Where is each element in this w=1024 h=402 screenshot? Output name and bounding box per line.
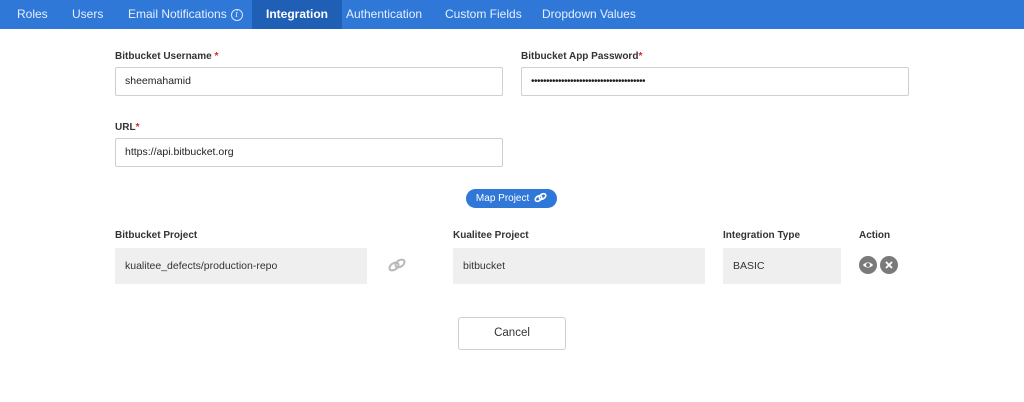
integration-type-header: Integration Type — [723, 230, 801, 241]
tab-custom-fields[interactable]: Custom Fields — [445, 0, 522, 29]
url-field[interactable]: https://api.bitbucket.org — [115, 138, 503, 167]
tab-authentication[interactable]: Authentication — [346, 0, 422, 29]
kualitee-project-cell: bitbucket — [453, 248, 705, 284]
integration-type-cell: BASIC — [723, 248, 841, 284]
username-field[interactable]: sheemahamid — [115, 67, 503, 96]
url-label-text: URL — [115, 122, 136, 133]
eye-icon — [862, 262, 874, 268]
map-project-button[interactable]: Map Project — [466, 189, 557, 208]
tab-integration[interactable]: Integration — [252, 0, 342, 29]
password-field[interactable]: •••••••••••••••••••••••••••••••••••••• — [521, 67, 909, 96]
required-mark: * — [214, 51, 219, 62]
link-icon — [534, 192, 547, 203]
password-label: Bitbucket App Password* — [521, 51, 642, 62]
tab-users[interactable]: Users — [72, 0, 103, 29]
map-project-label: Map Project — [475, 193, 530, 204]
info-icon[interactable]: i — [230, 8, 243, 21]
action-header: Action — [859, 230, 891, 241]
tab-roles[interactable]: Roles — [17, 0, 48, 29]
password-label-text: Bitbucket App Password — [521, 51, 639, 62]
link-icon — [388, 258, 406, 272]
tab-email-notifications[interactable]: Email Notifications i — [128, 0, 243, 29]
required-mark: * — [135, 122, 140, 133]
top-nav: Roles Users Email Notifications i Integra… — [0, 0, 1024, 29]
bitbucket-project-header: Bitbucket Project — [115, 230, 198, 241]
cancel-button[interactable]: Cancel — [458, 317, 566, 350]
delete-button[interactable] — [880, 256, 898, 274]
kualitee-project-header: Kualitee Project — [453, 230, 529, 241]
url-label: URL* — [115, 122, 139, 133]
username-label-text: Bitbucket Username — [115, 51, 212, 62]
close-icon — [885, 261, 893, 269]
bitbucket-project-cell: kualitee_defects/production-repo — [115, 248, 367, 284]
tab-email-notifications-label: Email Notifications — [128, 7, 227, 21]
view-button[interactable] — [859, 256, 877, 274]
tab-dropdown-values[interactable]: Dropdown Values — [542, 0, 636, 29]
required-mark: * — [638, 51, 643, 62]
username-label: Bitbucket Username * — [115, 51, 218, 62]
